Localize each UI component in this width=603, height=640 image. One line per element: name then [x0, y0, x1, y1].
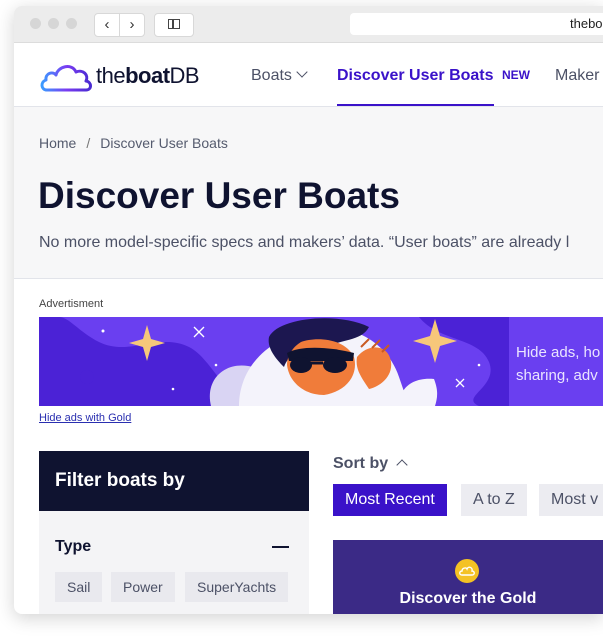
breadcrumb: Home / Discover User Boats: [39, 135, 228, 151]
sort-most-recent-button[interactable]: Most Recent: [333, 484, 447, 516]
sort-most-viewed-button[interactable]: Most v: [539, 484, 603, 516]
new-badge: NEW: [502, 68, 530, 82]
ad-text-line-2: sharing, adv: [516, 367, 598, 384]
forward-button[interactable]: ›: [119, 13, 145, 37]
back-button[interactable]: ‹: [94, 13, 120, 37]
filter-type-label: Type: [55, 538, 92, 555]
hide-ads-link[interactable]: Hide ads with Gold: [39, 412, 131, 424]
page-hero: Home / Discover User Boats Discover User B…: [14, 107, 603, 279]
type-chip-power[interactable]: Power: [111, 572, 175, 602]
logo-wordmark[interactable]: theboatDB: [96, 63, 200, 89]
address-bar-text: thebo: [570, 16, 603, 31]
filter-panel: Filter boats by Type Sail Power SuperYac…: [39, 451, 309, 614]
ad-text: Hide ads, ho sharing, adv: [516, 341, 600, 387]
cloud-logo-icon: [40, 65, 92, 92]
sort-a-to-z-button[interactable]: A to Z: [461, 484, 527, 516]
nav-discover-user-boats[interactable]: Discover User Boats: [337, 67, 494, 85]
ad-text-line-1: Hide ads, ho: [516, 344, 601, 361]
chevron-right-icon: ›: [129, 16, 135, 33]
gold-badge-icon: [455, 559, 479, 583]
logo[interactable]: [39, 60, 95, 99]
window-maximize-dot[interactable]: [66, 18, 77, 29]
gold-card-title: Discover the Gold: [399, 590, 537, 607]
breadcrumb-current: Discover User Boats: [100, 135, 228, 151]
window-close-dot[interactable]: [30, 18, 41, 29]
filter-body: Type Sail Power SuperYachts: [39, 511, 309, 614]
window-minimize-dot[interactable]: [48, 18, 59, 29]
nav-makers[interactable]: Maker: [555, 67, 599, 85]
browser-window: ‹ › thebo theboatDB Boats Discover User …: [14, 6, 603, 614]
chevron-left-icon: ‹: [104, 16, 110, 33]
browser-toolbar: ‹ › thebo: [14, 6, 603, 43]
chevron-up-icon: [396, 459, 408, 471]
breadcrumb-home[interactable]: Home: [39, 135, 76, 151]
nav-boats[interactable]: Boats: [251, 66, 308, 85]
active-nav-indicator: [337, 104, 494, 106]
filter-title: Filter boats by: [55, 470, 185, 491]
discover-gold-card[interactable]: Discover the Gold: [333, 540, 603, 614]
site-header: theboatDB Boats Discover User Boats NEW …: [14, 43, 603, 107]
filter-header: Filter boats by: [39, 451, 309, 511]
sidebar-toggle-button[interactable]: [154, 13, 194, 37]
page-subtitle: No more model-specific specs and makers’…: [39, 234, 570, 251]
breadcrumb-separator: /: [86, 135, 91, 151]
type-chip-superyachts[interactable]: SuperYachts: [185, 572, 289, 602]
collapse-minus-icon[interactable]: [272, 546, 289, 548]
ad-label: Advertisment: [39, 298, 104, 310]
type-chip-sail[interactable]: Sail: [55, 572, 103, 602]
chevron-down-icon: [296, 66, 308, 78]
sidebar-icon: [168, 19, 180, 29]
address-bar[interactable]: thebo: [350, 13, 603, 35]
ad-banner[interactable]: Hide ads, ho sharing, adv: [39, 317, 603, 406]
sort-by-toggle[interactable]: Sort by: [333, 455, 408, 473]
page-title: Discover User Boats: [38, 175, 400, 216]
